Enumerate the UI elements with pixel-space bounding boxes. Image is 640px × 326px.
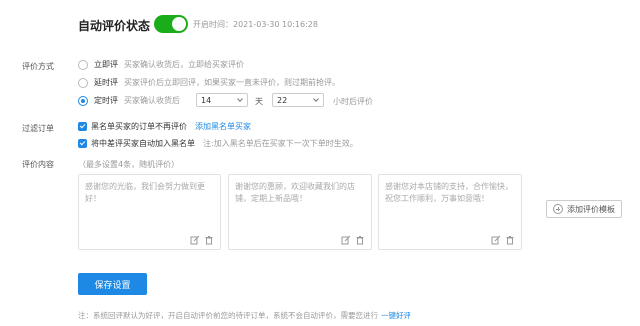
review-content-label: 评价内容 [22, 160, 54, 169]
chevron-down-icon [237, 97, 243, 103]
option-desc: 买家确认收货后，立即给买家评价 [124, 60, 244, 69]
review-template-1[interactable]: 感谢您的光临，我们会努力做到更好！ [78, 174, 221, 250]
filter-orders-label: 过滤订单 [22, 124, 54, 133]
auto-blacklist-checkbox-row[interactable]: 将中差评买家自动加入黑名单 注:加入黑名单后在买家下一次下单时生效。 [78, 138, 358, 149]
option-title: 立即评 [94, 60, 118, 69]
blacklist-checkbox-row[interactable]: 黑名单买家的订单不再评价 添加黑名单买家 [78, 121, 251, 132]
hours-select[interactable]: 22 [272, 93, 324, 107]
radio-scheduled[interactable]: 定时评 买家确认收货后 [78, 95, 180, 106]
toggle-knob [172, 17, 186, 31]
review-mode-label: 评价方式 [22, 62, 54, 71]
page-title: 自动评价状态 [78, 19, 151, 33]
option-desc: 买家确认收货后 [124, 96, 180, 105]
one-click-review-link[interactable]: 一键好评 [381, 311, 411, 320]
option-title: 定时评 [94, 96, 118, 105]
chevron-down-icon [313, 97, 319, 103]
template-text: 感谢您对本店铺的支持，合作愉快，祝您工作顺利，万事如意哦！ [385, 182, 513, 203]
footer-note-text: 注：系统回评默认为好评，开启自动评价前您的待评订单，系统不会自动评价，需要您进行 [78, 311, 378, 320]
footer-note: 注：系统回评默认为好评，开启自动评价前您的待评订单，系统不会自动评价，需要您进行… [78, 310, 411, 321]
radio-button[interactable] [78, 59, 88, 70]
days-unit: 天 [255, 97, 263, 106]
auto-blacklist-label: 将中差评买家自动加入黑名单 [91, 139, 195, 148]
radio-button[interactable] [78, 77, 88, 88]
start-time-text: 开启时间：2021-03-30 10:16:28 [193, 20, 318, 29]
checkbox[interactable] [78, 122, 87, 131]
option-desc: 买家评价后立即回评，如果买家一直未评价，则过期前抢评。 [124, 78, 340, 87]
trash-icon[interactable] [204, 235, 214, 245]
radio-immediate[interactable]: 立即评 买家确认收货后，立即给买家评价 [78, 59, 244, 70]
edit-icon[interactable] [190, 235, 200, 245]
edit-icon[interactable] [491, 235, 501, 245]
plus-circle-icon [553, 204, 563, 214]
template-text: 感谢您的光临，我们会努力做到更好！ [85, 182, 205, 203]
add-template-label: 添加评价模板 [567, 204, 615, 214]
template-text: 谢谢您的惠顾，欢迎收藏我们的店铺，定期上新品哦！ [235, 182, 355, 203]
edit-icon[interactable] [341, 235, 351, 245]
content-hint: （最多设置4条，随机评价） [78, 160, 180, 169]
auto-review-toggle[interactable] [154, 15, 188, 33]
review-template-2[interactable]: 谢谢您的惠顾，欢迎收藏我们的店铺，定期上新品哦！ [228, 174, 372, 250]
radio-delayed[interactable]: 延时评 买家评价后立即回评，如果买家一直未评价，则过期前抢评。 [78, 77, 340, 88]
radio-button-selected[interactable] [78, 95, 88, 106]
save-settings-button[interactable]: 保存设置 [78, 273, 147, 295]
review-template-3[interactable]: 感谢您对本店铺的支持，合作愉快，祝您工作顺利，万事如意哦！ [378, 174, 522, 250]
auto-blacklist-note: 注:加入黑名单后在买家下一次下单时生效。 [203, 139, 358, 148]
blacklist-check-label: 黑名单买家的订单不再评价 [91, 122, 187, 131]
days-value: 14 [201, 95, 212, 105]
hours-suffix: 小时后评价 [333, 97, 373, 106]
checkbox[interactable] [78, 139, 87, 148]
option-title: 延时评 [94, 78, 118, 87]
days-select[interactable]: 14 [196, 93, 248, 107]
trash-icon[interactable] [505, 235, 515, 245]
trash-icon[interactable] [355, 235, 365, 245]
hours-value: 22 [277, 95, 288, 105]
add-blacklist-link[interactable]: 添加黑名单买家 [195, 121, 251, 132]
add-review-template-button[interactable]: 添加评价模板 [546, 200, 622, 218]
